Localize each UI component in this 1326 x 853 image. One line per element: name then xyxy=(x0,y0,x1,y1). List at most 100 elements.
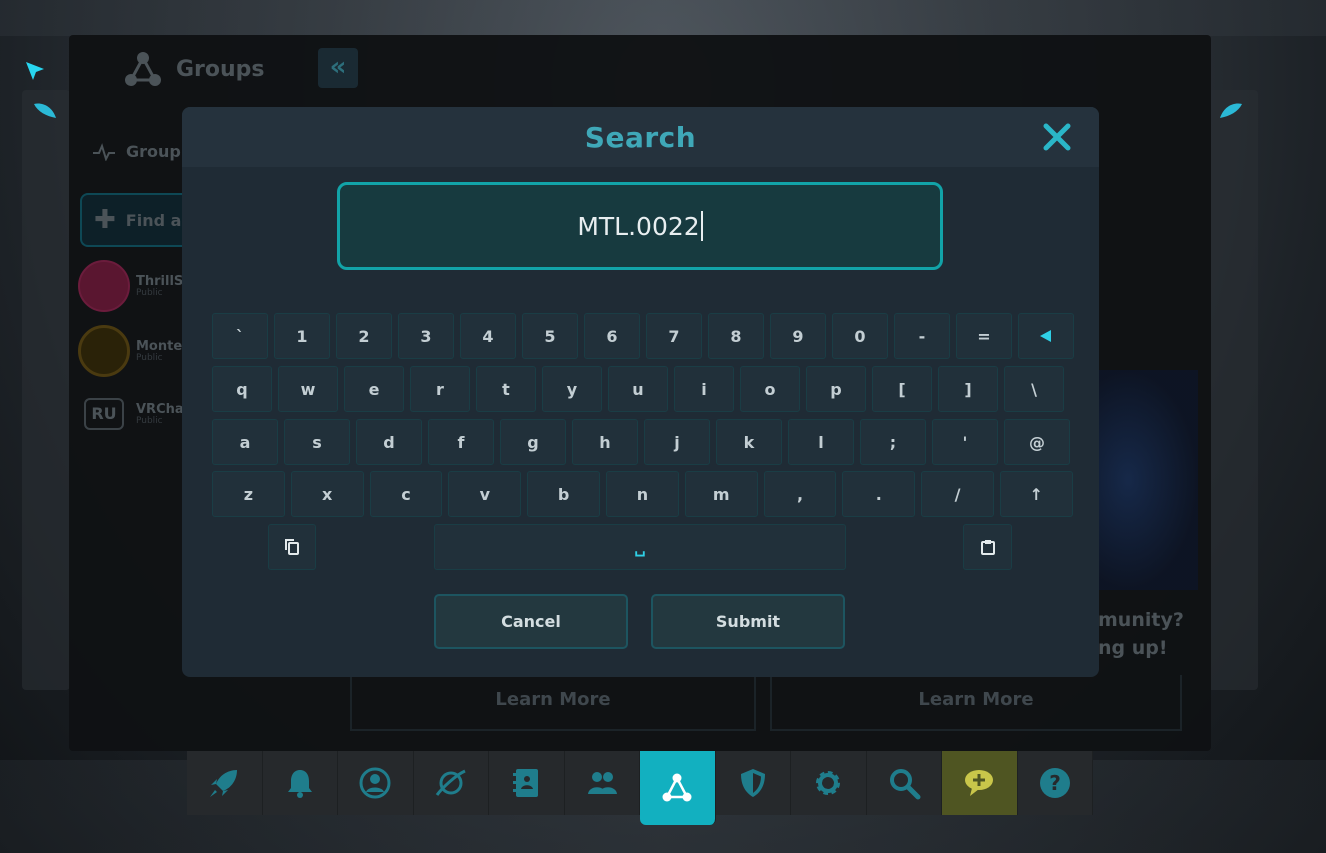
key[interactable]: ` xyxy=(212,313,268,359)
paste-button[interactable] xyxy=(963,524,1012,570)
close-button[interactable] xyxy=(1041,121,1073,153)
dialog-header: Search xyxy=(182,107,1099,167)
key[interactable]: d xyxy=(356,419,422,465)
group-avatar: RU xyxy=(84,398,124,430)
key[interactable]: ; xyxy=(860,419,926,465)
key[interactable]: a xyxy=(212,419,278,465)
key[interactable]: = xyxy=(956,313,1012,359)
groups-icon xyxy=(125,52,161,86)
dock-launch-button[interactable] xyxy=(187,751,263,815)
group-list-item[interactable]: Montel Public xyxy=(78,325,187,377)
key[interactable]: / xyxy=(921,471,994,517)
key[interactable]: 9 xyxy=(770,313,826,359)
key[interactable]: j xyxy=(644,419,710,465)
key[interactable]: h xyxy=(572,419,638,465)
help-icon: ? xyxy=(1039,768,1070,798)
learn-more-button[interactable]: Learn More xyxy=(770,675,1182,731)
key[interactable]: f xyxy=(428,419,494,465)
dock-worlds-button[interactable] xyxy=(413,751,489,815)
find-group-button[interactable]: ✚ Find a xyxy=(80,193,190,247)
group-list-item[interactable]: RU VRChat Public xyxy=(78,398,190,430)
dock-settings-button[interactable] xyxy=(791,751,867,815)
key[interactable]: u xyxy=(608,366,668,412)
key[interactable]: w xyxy=(278,366,338,412)
shift-key[interactable]: ↑ xyxy=(999,471,1073,517)
friends-icon xyxy=(587,772,617,794)
left-side-panel xyxy=(22,90,70,690)
key[interactable]: m xyxy=(684,471,758,517)
dock-help-button[interactable]: ? xyxy=(1017,751,1093,815)
key[interactable]: c xyxy=(369,471,443,517)
key[interactable]: [ xyxy=(872,366,932,412)
right-wing-icon xyxy=(1218,100,1244,120)
key[interactable]: 7 xyxy=(646,313,702,359)
key[interactable]: ] xyxy=(938,366,998,412)
key[interactable]: 6 xyxy=(584,313,640,359)
paste-icon xyxy=(980,540,995,555)
dock-feedback-button[interactable] xyxy=(942,751,1018,815)
groups-title-text: Groups xyxy=(176,56,265,82)
key[interactable]: g xyxy=(500,419,566,465)
key[interactable]: 1 xyxy=(274,313,330,359)
key[interactable]: t xyxy=(476,366,536,412)
submit-button[interactable]: Submit xyxy=(651,594,845,649)
groups-panel-title: Groups xyxy=(124,50,265,88)
dock-search-button[interactable] xyxy=(866,751,942,815)
search-input[interactable]: MTL.0022 xyxy=(337,182,943,270)
key[interactable]: o xyxy=(740,366,800,412)
copy-icon xyxy=(285,539,299,555)
promo-text-line: ng up! xyxy=(1098,637,1168,659)
key[interactable]: , xyxy=(763,471,837,517)
key[interactable]: b xyxy=(527,471,600,517)
copy-button[interactable] xyxy=(268,524,316,570)
key[interactable]: y xyxy=(542,366,602,412)
key[interactable]: @ xyxy=(1004,419,1070,465)
dock-avatars-button[interactable] xyxy=(489,751,565,815)
key[interactable]: q xyxy=(212,366,272,412)
search-icon xyxy=(889,769,921,800)
backspace-key[interactable] xyxy=(1018,313,1074,359)
collapse-button[interactable]: « xyxy=(318,48,358,88)
key[interactable]: . xyxy=(842,471,916,517)
dock-notifications-button[interactable] xyxy=(262,751,338,815)
dock-safety-button[interactable] xyxy=(715,751,791,815)
key[interactable]: p xyxy=(806,366,866,412)
key[interactable]: 4 xyxy=(460,313,516,359)
key[interactable]: 3 xyxy=(398,313,454,359)
dock-profile-button[interactable] xyxy=(338,751,414,815)
pointer-cursor-icon xyxy=(24,60,46,82)
key[interactable]: z xyxy=(212,471,285,517)
group-avatar xyxy=(78,260,130,312)
search-input-value: MTL.0022 xyxy=(577,211,700,241)
promo-text-line: munity? xyxy=(1098,609,1184,631)
key[interactable]: x xyxy=(290,471,364,517)
space-key[interactable]: ␣ xyxy=(434,524,846,570)
group-name: Montel xyxy=(136,338,187,354)
key[interactable]: v xyxy=(448,471,522,517)
key[interactable]: 8 xyxy=(708,313,764,359)
group-list-item[interactable]: ThrillSe Public xyxy=(78,260,192,312)
svg-text:?: ? xyxy=(1049,771,1061,795)
plus-icon: ✚ xyxy=(94,205,116,235)
key[interactable]: 2 xyxy=(336,313,392,359)
key[interactable]: ' xyxy=(932,419,998,465)
bottom-dock: ? xyxy=(187,751,1093,825)
key[interactable]: e xyxy=(344,366,404,412)
dock-groups-button[interactable] xyxy=(640,751,716,825)
key[interactable]: 0 xyxy=(832,313,888,359)
key[interactable]: s xyxy=(284,419,350,465)
group-avatar xyxy=(78,325,130,377)
key[interactable]: l xyxy=(788,419,854,465)
group-activity-nav[interactable]: Group xyxy=(92,142,181,161)
cancel-button[interactable]: Cancel xyxy=(434,594,628,649)
key[interactable]: k xyxy=(716,419,782,465)
key[interactable]: - xyxy=(894,313,950,359)
dock-social-button[interactable] xyxy=(564,751,640,815)
key[interactable]: \ xyxy=(1004,366,1064,412)
key[interactable]: r xyxy=(410,366,470,412)
learn-more-button[interactable]: Learn More xyxy=(350,675,756,731)
key[interactable]: i xyxy=(674,366,734,412)
key[interactable]: n xyxy=(605,471,679,517)
key[interactable]: 5 xyxy=(522,313,578,359)
activity-icon xyxy=(93,142,115,161)
